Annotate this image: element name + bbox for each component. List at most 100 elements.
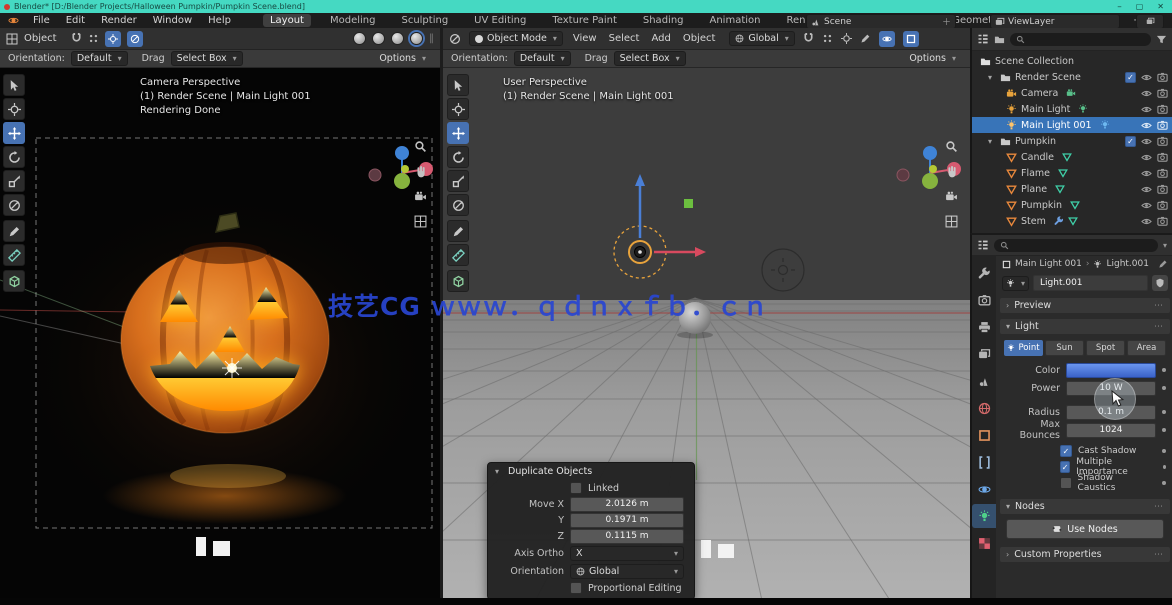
axis-ortho-dropdown[interactable]: X [570, 546, 684, 561]
new-view-layer-button[interactable] [1136, 14, 1164, 29]
hide-eye-icon[interactable] [1141, 88, 1152, 99]
expand-caret-icon[interactable]: ▾ [988, 73, 996, 82]
menu-edit[interactable]: Edit [64, 15, 87, 26]
workspace-tab-texture-paint[interactable]: Texture Paint [545, 14, 624, 27]
workspace-tab-sculpting[interactable]: Sculpting [394, 14, 455, 27]
close-button[interactable]: ✕ [1157, 2, 1164, 11]
animate-dot[interactable] [1163, 465, 1166, 469]
expand-caret-icon[interactable]: ▾ [988, 137, 996, 146]
orientation-setting-dropdown[interactable]: Default [514, 51, 571, 66]
hide-eye-icon[interactable] [1141, 152, 1152, 163]
tool-rotate[interactable] [3, 146, 25, 168]
outliner-row-candle[interactable]: Candle [972, 149, 1172, 165]
tab-render[interactable] [972, 288, 996, 312]
maximize-button[interactable]: ▢ [1136, 2, 1144, 11]
filter-icon[interactable] [1156, 34, 1167, 45]
light-type-spot[interactable]: Spot [1086, 340, 1125, 356]
tool-measure[interactable] [3, 244, 25, 266]
tool-transform[interactable] [447, 194, 469, 216]
render-visibility-icon[interactable] [1157, 72, 1168, 83]
breadcrumb-object[interactable]: Main Light 001 [1015, 259, 1082, 269]
light-datablock-menu[interactable] [1002, 276, 1029, 291]
pin-tool-icon[interactable] [1158, 259, 1168, 269]
drag-dropdown[interactable]: Select Box [171, 51, 243, 66]
move-y-field[interactable]: 0.1971 m [570, 513, 684, 528]
left-3d-viewport[interactable]: Camera Perspective (1) Render Scene | Ma… [0, 68, 440, 605]
tab-object[interactable] [972, 423, 996, 447]
outliner-row-main-light[interactable]: Main Light [972, 101, 1172, 117]
hide-eye-icon[interactable] [1141, 104, 1152, 115]
shadow-caustics-checkbox[interactable] [1060, 477, 1072, 489]
orientation-dropdown[interactable]: Global [570, 564, 684, 579]
render-visibility-icon[interactable] [1157, 200, 1168, 211]
menu-add[interactable]: Add [649, 33, 672, 44]
duplicate-objects-panel[interactable]: ▾ Duplicate Objects Linked Move X 2.0126… [487, 462, 695, 600]
shading-solid-toggle[interactable] [372, 32, 385, 45]
outliner-row-flame[interactable]: Flame [972, 165, 1172, 181]
properties-editor-icon[interactable] [977, 239, 989, 251]
tool-annotate[interactable] [447, 220, 469, 242]
hide-eye-icon[interactable] [1141, 72, 1152, 83]
tab-world[interactable] [972, 396, 996, 420]
tool-cursor[interactable] [3, 98, 25, 120]
render-visibility-icon[interactable] [1157, 216, 1168, 227]
left-object-menu[interactable]: Object [24, 33, 57, 44]
minimize-button[interactable]: – [1117, 2, 1122, 12]
outliner-row-scene-collection[interactable]: Scene Collection [972, 53, 1172, 69]
editor-type-icon[interactable] [449, 33, 461, 45]
light-gizmo-star[interactable] [222, 358, 242, 378]
shading-wireframe-toggle[interactable] [353, 32, 366, 45]
tab-view-layer[interactable] [972, 342, 996, 366]
blender-logo-icon[interactable] [8, 15, 19, 26]
light-section-header[interactable]: ▾ Light ⋯ [1000, 319, 1170, 334]
move-z-field[interactable]: 0.1115 m [570, 529, 684, 544]
tool-rotate[interactable] [447, 146, 469, 168]
outliner-row-stem[interactable]: Stem [972, 213, 1172, 229]
outliner-row-pumpkin-collection[interactable]: ▾ Pumpkin [972, 133, 1172, 149]
outliner-row-pumpkin-mesh[interactable]: Pumpkin [972, 197, 1172, 213]
menu-window[interactable]: Window [151, 15, 194, 26]
scene-selector[interactable]: Scene ＋ [806, 14, 956, 29]
render-visibility-icon[interactable] [1157, 136, 1168, 147]
menu-view[interactable]: View [571, 33, 599, 44]
animate-dot[interactable] [1162, 428, 1166, 432]
options-dropdown[interactable]: Options [373, 51, 432, 66]
collapse-caret-icon[interactable]: ▾ [495, 467, 503, 476]
render-visibility-icon[interactable] [1157, 104, 1168, 115]
datablock-name-field[interactable]: Light.001 [1033, 275, 1148, 291]
tool-cursor[interactable] [447, 98, 469, 120]
light-type-point[interactable]: Point [1004, 340, 1043, 356]
outliner-search-input[interactable] [1010, 33, 1151, 46]
animate-dot[interactable] [1162, 449, 1166, 453]
tab-tool[interactable] [972, 261, 996, 285]
menu-object[interactable]: Object [681, 33, 718, 44]
use-nodes-button[interactable]: Use Nodes [1006, 519, 1164, 539]
snap-target-icon[interactable] [822, 33, 833, 44]
view-layer-selector[interactable]: ViewLayer [990, 14, 1120, 29]
collection-enable-checkbox[interactable] [1125, 72, 1136, 83]
animate-dot[interactable] [1162, 386, 1166, 390]
new-scene-button[interactable]: ＋ [942, 15, 951, 28]
gizmo-z-axis[interactable] [923, 146, 937, 160]
section-menu-icon[interactable]: ⋯ [1154, 550, 1164, 560]
tool-select-box[interactable] [3, 74, 25, 96]
render-canvas[interactable] [0, 68, 440, 605]
tool-select-box[interactable] [447, 74, 469, 96]
editor-type-icon[interactable] [6, 33, 18, 45]
section-menu-icon[interactable]: ⋯ [1154, 301, 1164, 311]
render-visibility-icon[interactable] [1157, 184, 1168, 195]
tab-object-data[interactable] [972, 504, 996, 528]
tab-scene[interactable] [972, 369, 996, 393]
nodes-section-header[interactable]: ▾ Nodes ⋯ [1000, 499, 1170, 514]
tool-move[interactable] [447, 122, 469, 144]
section-menu-icon[interactable]: ⋯ [1154, 502, 1164, 512]
workspace-tab-shading[interactable]: Shading [636, 14, 691, 27]
properties-search-input[interactable] [994, 239, 1158, 252]
gizmo-toggle[interactable] [127, 31, 143, 47]
shading-rendered-toggle[interactable] [410, 32, 423, 45]
options-dropdown[interactable]: Options [903, 51, 962, 66]
gizmo-x-neg-axis[interactable] [369, 169, 381, 181]
hide-eye-icon[interactable] [1141, 120, 1152, 131]
max-bounces-field[interactable]: 1024 [1066, 423, 1156, 438]
gizmo-y-neg-axis[interactable] [929, 165, 937, 173]
